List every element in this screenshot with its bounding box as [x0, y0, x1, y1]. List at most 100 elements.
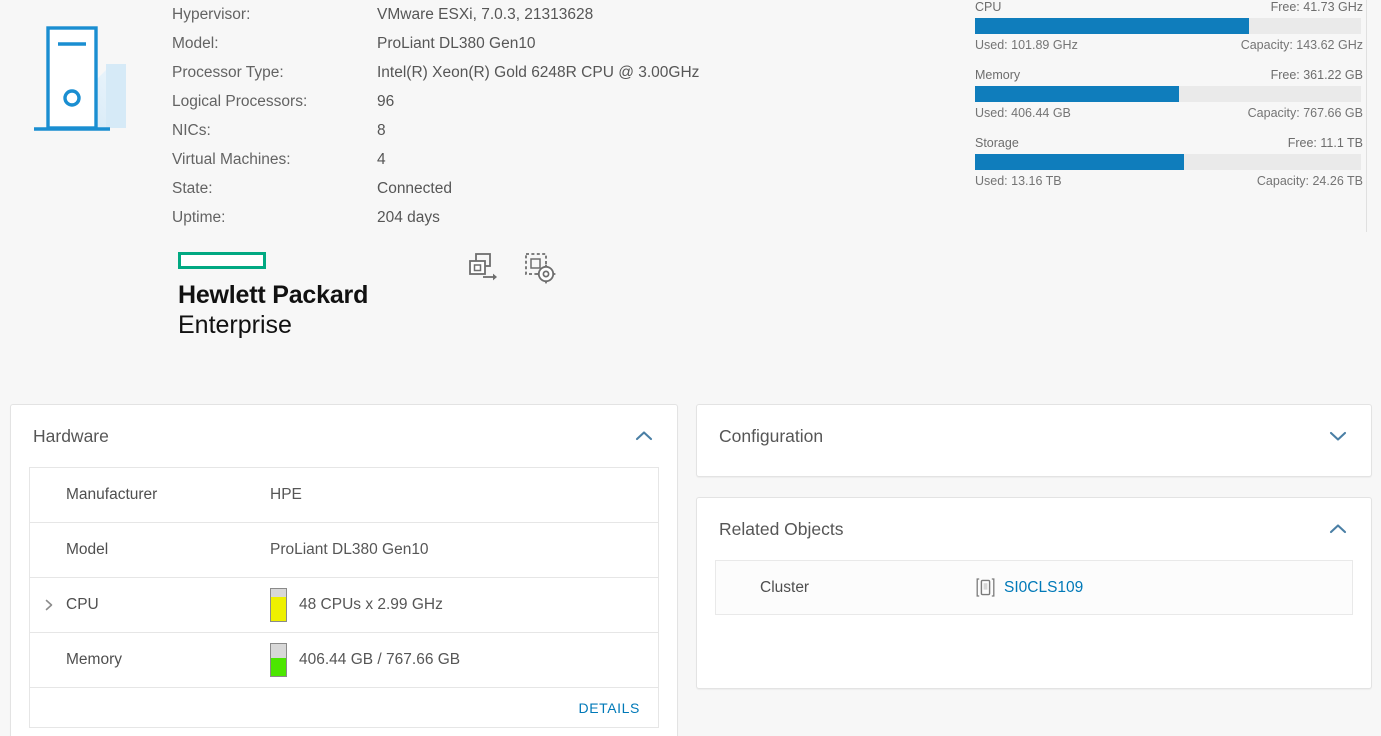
- chevron-up-icon[interactable]: [1327, 522, 1349, 536]
- gauge-fill: [975, 18, 1249, 34]
- detail-label: State:: [172, 180, 377, 198]
- configuration-panel: Configuration: [696, 404, 1372, 477]
- host-settings-icon[interactable]: [522, 250, 556, 284]
- memory-usage-fill: [271, 658, 286, 676]
- related-objects-panel-header[interactable]: Related Objects: [697, 498, 1371, 560]
- vendor-name: Hewlett Packard: [178, 281, 468, 311]
- host-detail-list: Hypervisor: VMware ESXi, 7.0.3, 21313628…: [172, 0, 952, 232]
- hardware-row-value: HPE: [270, 486, 302, 504]
- detail-row-state: State: Connected: [172, 174, 952, 203]
- detail-value: Connected: [377, 180, 452, 198]
- chevron-down-icon[interactable]: [1327, 429, 1349, 443]
- hardware-panel: Hardware Manufacturer HPE Model: [10, 404, 678, 736]
- hardware-key-label: Memory: [66, 651, 122, 669]
- hpe-logo-mark: [178, 252, 266, 269]
- server-host-icon: [14, 8, 142, 140]
- hardware-row-value: 48 CPUs x 2.99 GHz: [270, 588, 443, 622]
- cpu-usage-gauge: [270, 588, 287, 622]
- chevron-up-icon[interactable]: [633, 429, 655, 443]
- table-row: Manufacturer HPE: [30, 468, 658, 523]
- migrate-vm-icon[interactable]: [466, 250, 500, 284]
- resource-gauges: CPU Free: 41.73 GHz Used: 101.89 GHz Cap…: [975, 0, 1373, 204]
- hardware-details-row: DETAILS: [30, 688, 658, 728]
- table-row: Model ProLiant DL380 Gen10: [30, 523, 658, 578]
- gauge-free: Free: 11.1 TB: [1288, 136, 1363, 150]
- table-row: Cluster SI0CLS109: [716, 561, 1352, 614]
- gauge-divider: [1366, 0, 1367, 232]
- gauge-storage: Storage Free: 11.1 TB Used: 13.16 TB Cap…: [975, 136, 1363, 188]
- gauge-track: [975, 18, 1361, 34]
- related-objects-panel: Related Objects Cluster SI0CLS109: [696, 497, 1372, 689]
- hardware-row-key: Manufacturer: [42, 486, 270, 504]
- detail-label: Virtual Machines:: [172, 151, 377, 169]
- hardware-panel-header[interactable]: Hardware: [11, 405, 677, 467]
- related-object-value: SI0CLS109: [976, 577, 1083, 598]
- detail-label: Uptime:: [172, 209, 377, 227]
- hardware-key-label: CPU: [66, 596, 99, 614]
- detail-row-virtual-machines: Virtual Machines: 4: [172, 145, 952, 174]
- gauge-used: Used: 13.16 TB: [975, 174, 1062, 188]
- gauge-capacity: Capacity: 24.26 TB: [1257, 174, 1363, 188]
- detail-value: 204 days: [377, 209, 440, 227]
- gauge-used: Used: 101.89 GHz: [975, 38, 1078, 52]
- detail-value: VMware ESXi, 7.0.3, 21313628: [377, 6, 593, 24]
- detail-label: Logical Processors:: [172, 93, 377, 111]
- panel-title: Configuration: [719, 426, 823, 447]
- host-action-icons: [466, 250, 556, 284]
- detail-value: 4: [377, 151, 386, 169]
- panel-title: Hardware: [33, 426, 109, 447]
- cpu-usage-fill: [271, 597, 286, 621]
- configuration-panel-header[interactable]: Configuration: [697, 405, 1371, 467]
- memory-usage-gauge: [270, 643, 287, 677]
- detail-row-processor-type: Processor Type: Intel(R) Xeon(R) Gold 62…: [172, 58, 952, 87]
- host-summary-header: Hypervisor: VMware ESXi, 7.0.3, 21313628…: [0, 0, 1381, 382]
- detail-row-nics: NICs: 8: [172, 116, 952, 145]
- gauge-used: Used: 406.44 GB: [975, 106, 1071, 120]
- hardware-row-value: 406.44 GB / 767.66 GB: [270, 643, 460, 677]
- detail-value: Intel(R) Xeon(R) Gold 6248R CPU @ 3.00GH…: [377, 64, 699, 82]
- panel-title: Related Objects: [719, 519, 844, 540]
- hardware-row-key: CPU: [42, 596, 270, 614]
- vendor-subname: Enterprise: [178, 311, 468, 341]
- detail-value: 96: [377, 93, 394, 111]
- detail-label: NICs:: [172, 122, 377, 140]
- gauge-track: [975, 86, 1361, 102]
- hardware-value-text: ProLiant DL380 Gen10: [270, 541, 429, 559]
- cluster-link[interactable]: SI0CLS109: [1004, 579, 1083, 597]
- gauge-title: Memory: [975, 68, 1020, 82]
- detail-row-uptime: Uptime: 204 days: [172, 203, 952, 232]
- chevron-right-icon[interactable]: [42, 598, 56, 612]
- table-row: Memory 406.44 GB / 767.66 GB: [30, 633, 658, 688]
- gauge-capacity: Capacity: 767.66 GB: [1248, 106, 1363, 120]
- gauge-memory: Memory Free: 361.22 GB Used: 406.44 GB C…: [975, 68, 1363, 120]
- hardware-value-text: 406.44 GB / 767.66 GB: [299, 651, 460, 669]
- detail-label: Hypervisor:: [172, 6, 377, 24]
- hardware-value-text: HPE: [270, 486, 302, 504]
- gauge-fill: [975, 154, 1184, 170]
- hardware-row-key: Model: [42, 541, 270, 559]
- cluster-icon: [976, 577, 995, 598]
- hardware-key-label: Manufacturer: [66, 486, 157, 504]
- hardware-row-value: ProLiant DL380 Gen10: [270, 541, 429, 559]
- detail-value: ProLiant DL380 Gen10: [377, 35, 536, 53]
- gauge-capacity: Capacity: 143.62 GHz: [1241, 38, 1363, 52]
- detail-label: Processor Type:: [172, 64, 377, 82]
- table-row: CPU 48 CPUs x 2.99 GHz: [30, 578, 658, 633]
- detail-row-hypervisor: Hypervisor: VMware ESXi, 7.0.3, 21313628: [172, 0, 952, 29]
- related-objects-table: Cluster SI0CLS109: [715, 560, 1353, 615]
- hardware-row-key: Memory: [42, 651, 270, 669]
- gauge-title: Storage: [975, 136, 1019, 150]
- hardware-value-text: 48 CPUs x 2.99 GHz: [299, 596, 443, 614]
- gauge-title: CPU: [975, 0, 1001, 14]
- hardware-table: Manufacturer HPE Model ProLiant DL380 Ge…: [29, 467, 659, 728]
- host-summary-page: Hypervisor: VMware ESXi, 7.0.3, 21313628…: [0, 0, 1381, 736]
- detail-row-model: Model: ProLiant DL380 Gen10: [172, 29, 952, 58]
- memory-details-link[interactable]: DETAILS: [578, 700, 640, 716]
- gauge-fill: [975, 86, 1179, 102]
- detail-row-logical-processors: Logical Processors: 96: [172, 87, 952, 116]
- detail-value: 8: [377, 122, 386, 140]
- gauge-cpu: CPU Free: 41.73 GHz Used: 101.89 GHz Cap…: [975, 0, 1363, 52]
- detail-label: Model:: [172, 35, 377, 53]
- gauge-track: [975, 154, 1361, 170]
- hardware-key-label: Model: [66, 541, 108, 559]
